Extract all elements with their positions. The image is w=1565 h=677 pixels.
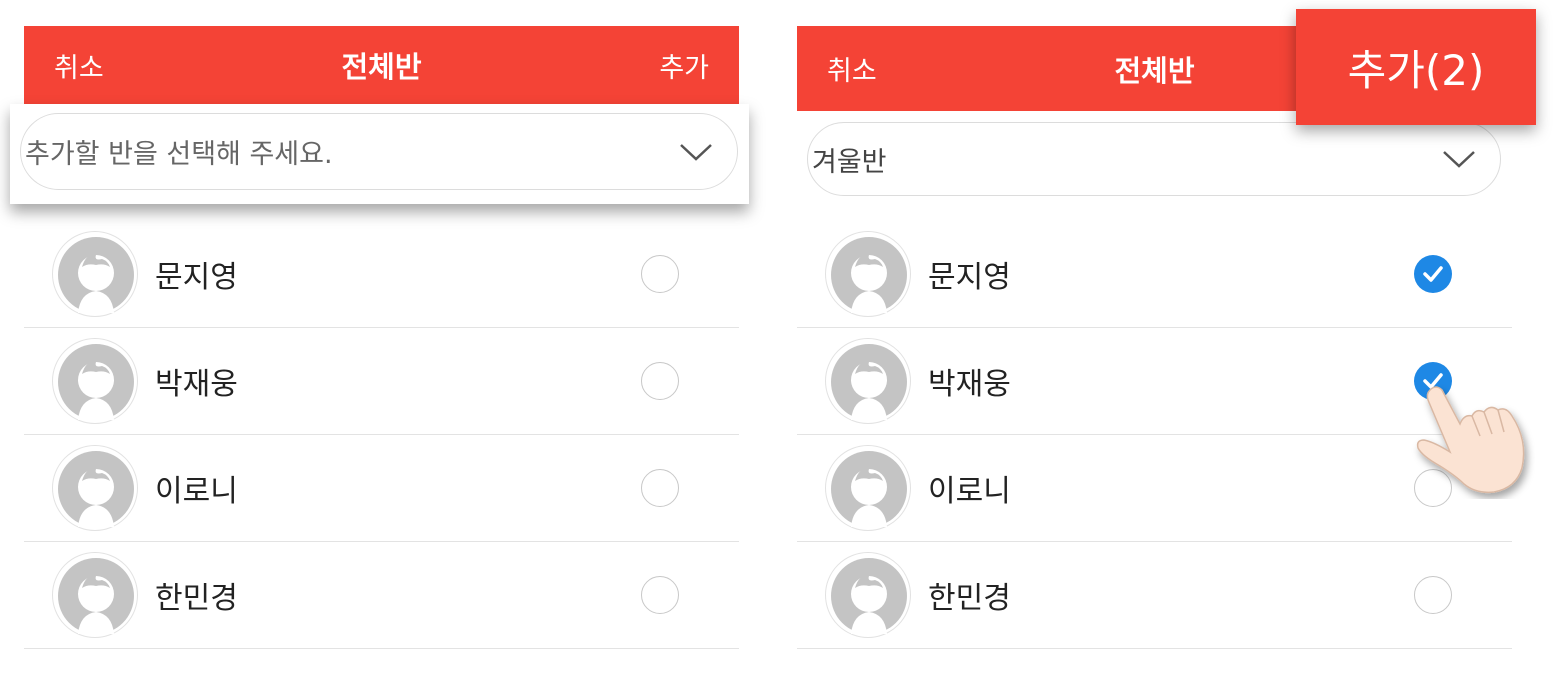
student-row[interactable]: 박재웅	[797, 328, 1512, 435]
avatar	[52, 338, 138, 424]
class-select-value: 겨울반	[812, 146, 887, 178]
default-avatar-icon	[831, 451, 907, 527]
chevron-down-icon	[680, 143, 712, 161]
student-name: 문지영	[155, 260, 238, 295]
class-select-dropdown[interactable]: 추가할 반을 선택해 주세요.	[20, 113, 738, 190]
student-name: 이로니	[928, 474, 1011, 509]
default-avatar-icon	[831, 237, 907, 313]
avatar	[52, 445, 138, 531]
avatar	[52, 231, 138, 317]
student-row[interactable]: 한민경	[797, 542, 1512, 649]
student-row[interactable]: 한민경	[24, 542, 739, 649]
select-radio[interactable]	[1414, 576, 1452, 614]
tap-hand-pointer-icon	[1416, 386, 1525, 494]
avatar	[825, 445, 911, 531]
header-title: 전체반	[341, 50, 422, 84]
student-row[interactable]: 문지영	[797, 221, 1512, 328]
add-button[interactable]: 추가	[659, 26, 709, 104]
student-name: 한민경	[155, 581, 238, 616]
class-select-placeholder: 추가할 반을 선택해 주세요.	[25, 139, 333, 170]
select-radio-checked[interactable]	[1414, 255, 1452, 293]
select-radio[interactable]	[641, 255, 679, 293]
default-avatar-icon	[58, 237, 134, 313]
student-row[interactable]: 박재웅	[24, 328, 739, 435]
avatar	[825, 552, 911, 638]
student-name: 문지영	[928, 260, 1011, 295]
student-name: 박재웅	[928, 367, 1011, 402]
select-radio[interactable]	[641, 362, 679, 400]
default-avatar-icon	[58, 558, 134, 634]
header-bar: 취소 전체반 추가	[24, 26, 739, 104]
class-select-callout: 추가할 반을 선택해 주세요.	[10, 104, 749, 204]
avatar	[825, 338, 911, 424]
add-count-button[interactable]: 추가(2)	[1296, 9, 1536, 125]
avatar	[52, 552, 138, 638]
student-name: 한민경	[928, 581, 1011, 616]
check-icon	[1423, 266, 1443, 282]
student-name: 이로니	[155, 474, 238, 509]
student-row[interactable]: 문지영	[24, 221, 739, 328]
default-avatar-icon	[58, 344, 134, 420]
default-avatar-icon	[831, 344, 907, 420]
class-select-dropdown[interactable]: 겨울반	[807, 122, 1501, 196]
default-avatar-icon	[831, 558, 907, 634]
left-screen: 취소 전체반 추가 문지영 박재웅 이로니 한민경	[24, 0, 739, 677]
avatar	[825, 231, 911, 317]
student-row[interactable]: 이로니	[24, 435, 739, 542]
chevron-down-icon	[1443, 151, 1475, 168]
select-radio[interactable]	[641, 469, 679, 507]
student-row[interactable]: 이로니	[797, 435, 1512, 542]
default-avatar-icon	[58, 451, 134, 527]
student-name: 박재웅	[155, 367, 238, 402]
select-radio[interactable]	[641, 576, 679, 614]
